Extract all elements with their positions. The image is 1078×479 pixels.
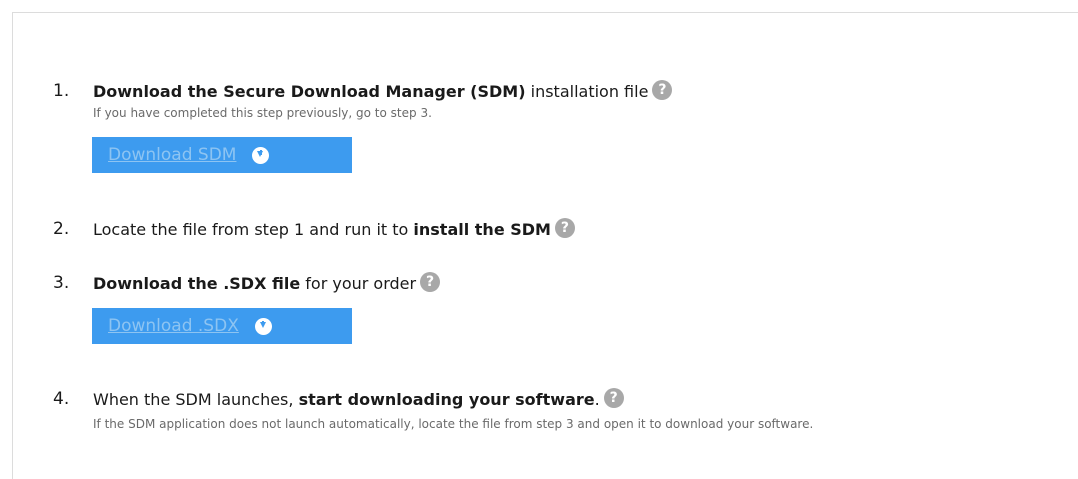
step-1-title-bold: Download the Secure Download Manager (SD… [93,82,526,101]
step-4-title-bold: start downloading your software [298,390,595,409]
step-4-title: When the SDM launches, start downloading… [93,388,624,409]
download-circle-icon [252,146,270,164]
download-sdx-button-label: Download .SDX [108,316,239,336]
download-circle-icon [254,317,272,335]
question-circle-icon[interactable]: ? [554,218,575,238]
step-4-title-end: . [594,390,600,409]
step-3-number: 3. [53,273,70,293]
step-4-title-text: When the SDM launches, [93,390,299,409]
step-1-subtext: If you have completed this step previous… [93,106,432,120]
question-circle-icon[interactable]: ? [652,80,673,100]
step-2-title-text: Locate the file from step 1 and run it t… [93,220,414,239]
step-2-title-bold: install the SDM [413,220,551,239]
download-instructions-panel: 1. Download the Secure Download Manager … [12,12,1078,479]
download-sdm-button[interactable]: Download SDM [92,137,352,173]
step-2-number: 2. [53,219,70,239]
download-sdx-button[interactable]: Download .SDX [92,308,352,344]
step-1-title-rest: installation file [525,82,649,101]
question-circle-icon[interactable]: ? [420,272,441,292]
step-2-title: Locate the file from step 1 and run it t… [93,218,575,239]
step-4-subtext: If the SDM application does not launch a… [93,417,814,431]
step-3-title-bold: Download the .SDX file [93,274,301,293]
step-1-title: Download the Secure Download Manager (SD… [93,80,673,101]
step-4-number: 4. [53,389,70,409]
step-1-number: 1. [53,81,70,101]
step-3-title-rest: for your order [300,274,417,293]
question-circle-icon[interactable]: ? [603,388,624,408]
download-sdm-button-label: Download SDM [108,145,237,165]
step-3-title: Download the .SDX file for your order? [93,272,441,293]
